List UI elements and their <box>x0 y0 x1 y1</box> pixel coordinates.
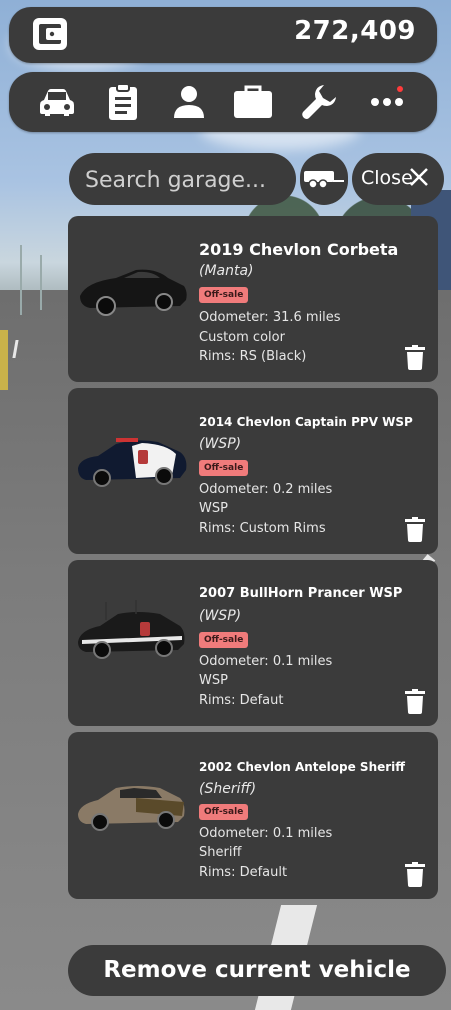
vehicle-title: 2019 Chevlon Corbeta <box>199 240 399 259</box>
vehicle-card[interactable]: 2007 BullHorn Prancer WSP (WSP) Off-sale… <box>68 560 438 726</box>
vehicle-image <box>78 786 185 831</box>
briefcase-icon <box>234 85 272 118</box>
vehicle-odometer: Odometer: 0.1 miles <box>199 826 333 841</box>
vehicle-card[interactable]: 2014 Chevlon Captain PPV WSP (WSP) Off-s… <box>68 388 438 554</box>
nav-more-button[interactable] <box>367 82 407 122</box>
money-bar: 272,409 <box>9 7 437 63</box>
vehicle-extra: Custom color <box>199 330 285 345</box>
vehicle-odometer: Odometer: 0.1 miles <box>199 654 333 669</box>
vehicle-image <box>78 438 187 487</box>
nav-garage-button[interactable] <box>37 82 77 122</box>
remove-current-vehicle-button[interactable]: Remove current vehicle <box>68 945 446 996</box>
money-amount: 272,409 <box>294 16 416 46</box>
off-sale-badge: Off-sale <box>199 804 249 820</box>
vehicle-subtitle: (WSP) <box>199 608 242 624</box>
vehicle-odometer: Odometer: 31.6 miles <box>199 310 341 325</box>
vehicle-card[interactable]: 2019 Chevlon Corbeta (Manta) Off-sale Od… <box>68 216 438 382</box>
off-sale-badge: Off-sale <box>199 632 249 648</box>
vehicle-extra: Sheriff <box>199 845 242 860</box>
search-input[interactable] <box>83 161 287 199</box>
close-label: Close <box>361 167 413 189</box>
wallet-icon[interactable] <box>32 17 68 51</box>
notification-dot <box>397 86 403 92</box>
vehicle-odometer: Odometer: 0.2 miles <box>199 482 333 497</box>
off-sale-badge: Off-sale <box>199 460 249 476</box>
search-bar <box>69 153 296 205</box>
vehicle-title: 2007 BullHorn Prancer WSP <box>199 586 403 601</box>
vehicle-rims: Rims: Default <box>199 865 288 880</box>
vehicle-extra: WSP <box>199 501 228 516</box>
car-icon <box>40 89 74 116</box>
trash-icon[interactable] <box>405 345 425 370</box>
trash-icon[interactable] <box>405 862 425 887</box>
vehicle-subtitle: (Sheriff) <box>199 781 257 797</box>
trailer-icon <box>304 171 344 189</box>
close-button[interactable]: Close <box>352 153 444 205</box>
nav-customize-button[interactable] <box>299 82 339 122</box>
vehicle-image <box>78 600 185 659</box>
vehicle-image <box>80 269 187 316</box>
vehicle-subtitle: (WSP) <box>199 436 242 452</box>
trash-icon[interactable] <box>405 689 425 714</box>
person-icon <box>174 86 204 118</box>
nav-profile-button[interactable] <box>169 82 209 122</box>
wrench-icon <box>302 85 336 119</box>
off-sale-badge: Off-sale <box>199 287 249 303</box>
vehicle-title: 2002 Chevlon Antelope Sheriff <box>199 760 406 774</box>
trailer-button[interactable] <box>300 153 348 205</box>
more-icon <box>371 98 403 106</box>
nav-jobs-button[interactable] <box>233 82 273 122</box>
nav-bar <box>9 72 437 132</box>
trash-icon[interactable] <box>405 517 425 542</box>
close-icon <box>410 168 428 186</box>
vehicle-subtitle: (Manta) <box>199 263 254 279</box>
nav-clipboard-button[interactable] <box>103 82 143 122</box>
vehicle-extra: WSP <box>199 673 228 688</box>
vehicle-rims: Rims: RS (Black) <box>199 349 307 364</box>
vehicle-rims: Rims: Defaut <box>199 693 284 708</box>
clipboard-icon <box>109 83 137 120</box>
vehicle-card[interactable]: 2002 Chevlon Antelope Sheriff (Sheriff) … <box>68 732 438 899</box>
vehicle-rims: Rims: Custom Rims <box>199 521 326 536</box>
vehicle-title: 2014 Chevlon Captain PPV WSP <box>199 415 413 429</box>
